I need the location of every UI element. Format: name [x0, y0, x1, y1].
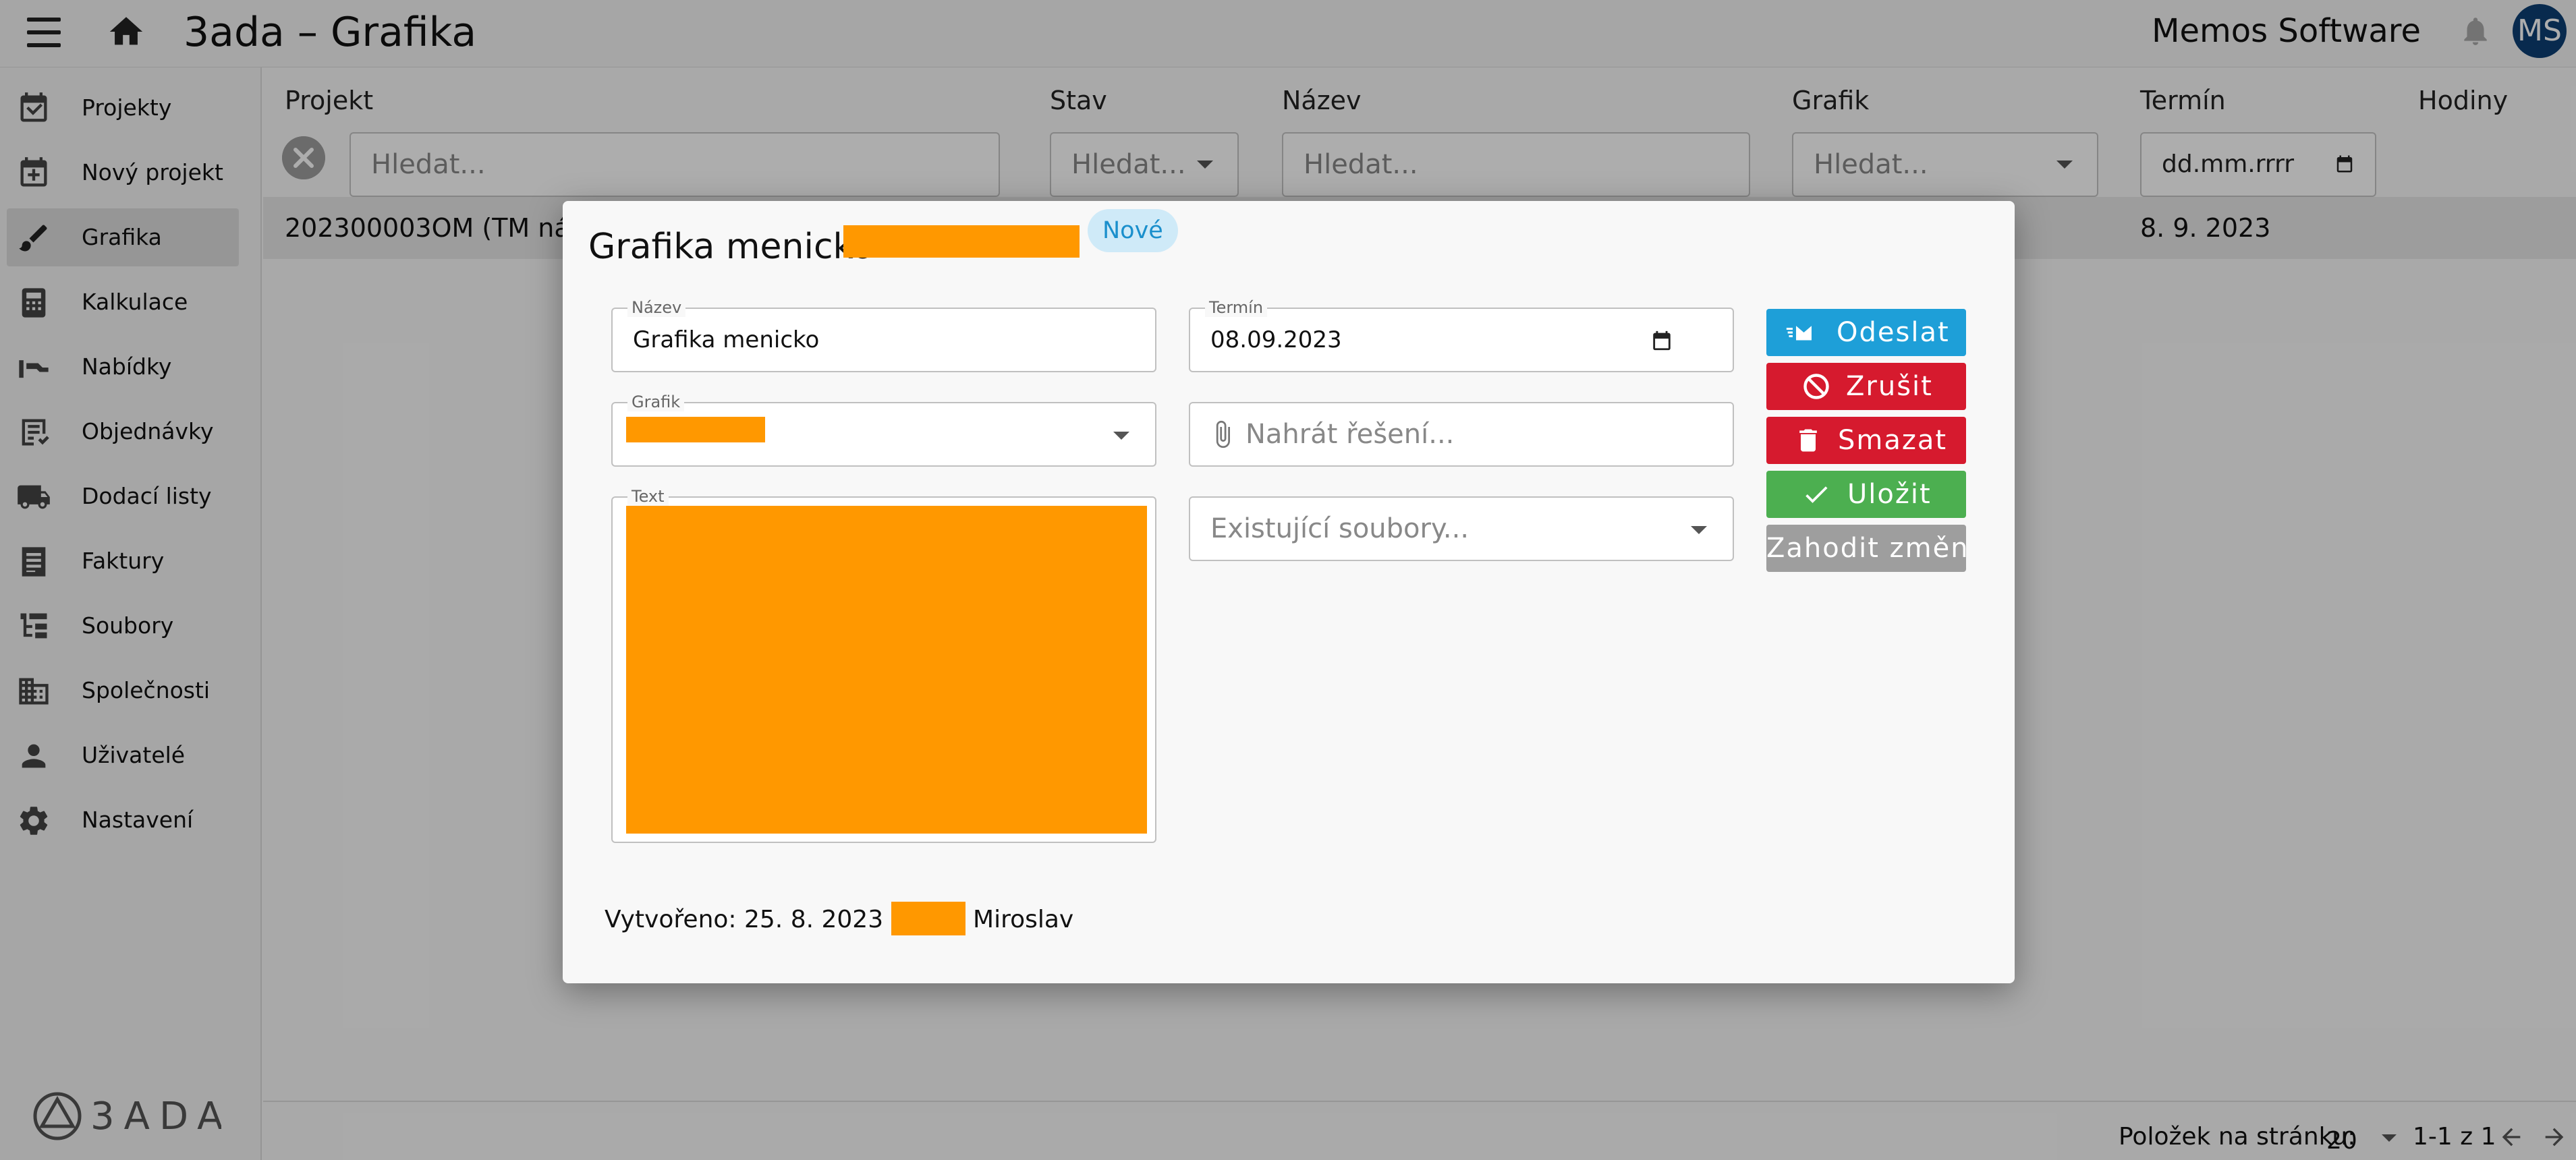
created-label: Vytvořeno: [605, 906, 737, 933]
nazev-field-value: Grafika menicko [633, 326, 820, 353]
created-author: Miroslav [973, 906, 1074, 933]
chevron-down-icon [1691, 526, 1707, 534]
discard-button-label: Zahodit změny [1766, 533, 1966, 564]
termin-field-value: 08.09.2023 [1210, 326, 1342, 353]
redacted-block [843, 225, 1080, 258]
delete-button-label: Smazat [1838, 425, 1948, 456]
status-badge: Nové [1088, 209, 1178, 252]
dialog-title: Grafika menicko [588, 227, 874, 267]
paperclip-icon [1216, 420, 1230, 448]
cancel-button[interactable]: Zrušit [1766, 363, 1966, 410]
discard-changes-button[interactable]: Zahodit změny [1766, 525, 1966, 572]
send-mail-icon [1786, 322, 1814, 343]
redacted-block [891, 902, 965, 935]
delete-button[interactable]: Smazat [1766, 417, 1966, 464]
block-icon [1803, 374, 1829, 399]
calendar-icon[interactable] [1650, 329, 1673, 352]
redacted-block [626, 506, 1147, 834]
termin-date-field[interactable]: Termín 08.09.2023 [1189, 298, 1734, 372]
chevron-down-icon [1113, 432, 1129, 440]
text-field[interactable]: Text [611, 487, 1156, 843]
text-field-label: Text [627, 487, 669, 506]
grafik-field-label: Grafik [627, 393, 685, 411]
created-date: 25. 8. 2023 [744, 906, 884, 933]
upload-solution-field[interactable]: Nahrát řešení... [1189, 402, 1734, 467]
save-button[interactable]: Uložit [1766, 471, 1966, 518]
grafika-dialog: Grafika menicko Nové Název Grafika menic… [563, 201, 2015, 983]
existing-files-select[interactable]: Existující soubory... [1189, 496, 1734, 561]
created-info: Vytvořeno: 25. 8. 2023 Miroslav [605, 900, 1073, 940]
save-button-label: Uložit [1847, 479, 1932, 510]
upload-placeholder: Nahrát řešení... [1245, 419, 1455, 450]
grafik-select[interactable]: Grafik [611, 393, 1156, 467]
check-icon [1805, 486, 1828, 503]
nazev-field[interactable]: Název Grafika menicko [611, 298, 1156, 372]
existing-files-placeholder: Existující soubory... [1210, 513, 1469, 544]
trash-icon [1799, 429, 1817, 452]
send-button[interactable]: Odeslat [1766, 309, 1966, 356]
cancel-button-label: Zrušit [1846, 371, 1933, 402]
redacted-block [626, 417, 765, 442]
send-button-label: Odeslat [1837, 317, 1950, 348]
